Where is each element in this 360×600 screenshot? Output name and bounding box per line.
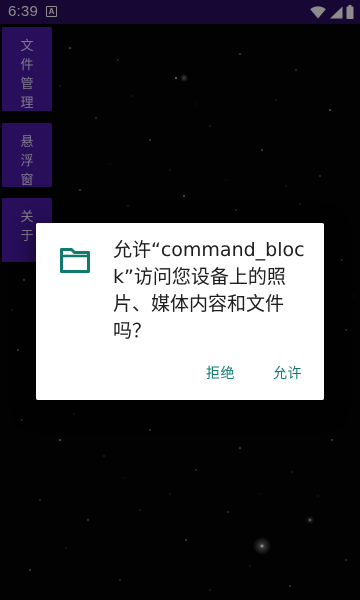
folder-icon [60, 248, 90, 273]
dialog-message: 允许“command_block”访问您设备上的照片、媒体内容和文件吗？ [113, 239, 305, 342]
permission-dialog: 允许“command_block”访问您设备上的照片、媒体内容和文件吗？ 拒绝 … [36, 223, 324, 400]
allow-button[interactable]: 允许 [273, 363, 302, 383]
dialog-actions: 拒绝 允许 [206, 363, 302, 383]
deny-button[interactable]: 拒绝 [206, 363, 235, 383]
